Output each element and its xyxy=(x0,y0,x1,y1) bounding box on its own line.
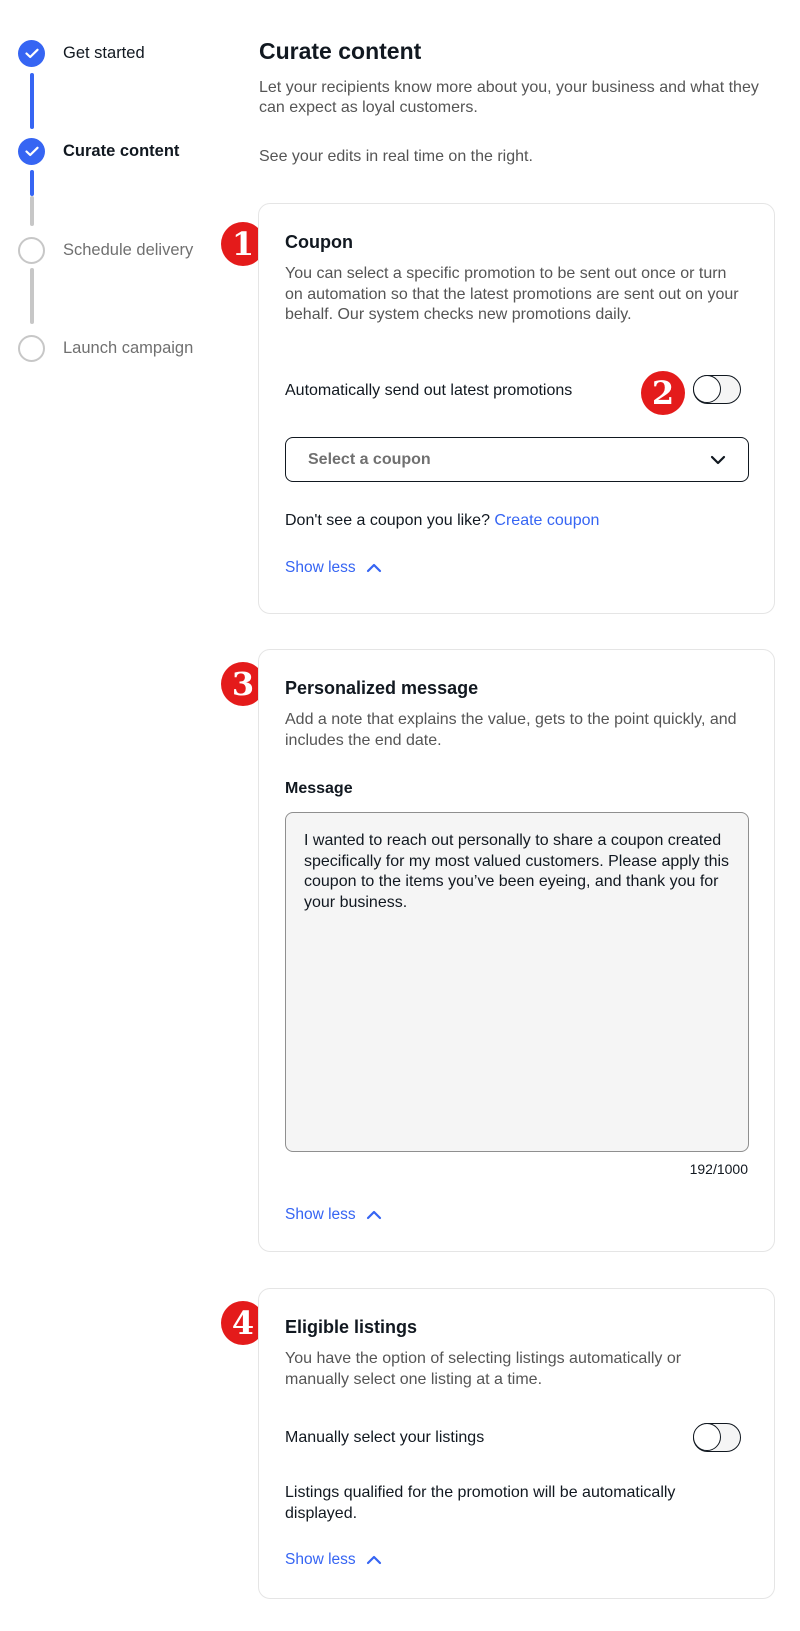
show-less-label: Show less xyxy=(285,1206,356,1223)
listings-title: Eligible listings xyxy=(285,1317,418,1337)
auto-send-toggle[interactable] xyxy=(693,375,741,404)
message-show-less-button[interactable]: Show less xyxy=(285,1206,382,1224)
page-title: Curate content xyxy=(259,38,422,64)
step-curate-content[interactable]: Curate content xyxy=(18,137,179,165)
step-launch-campaign[interactable]: Launch campaign xyxy=(18,334,193,362)
coupon-select[interactable]: Select a coupon xyxy=(285,437,749,482)
listings-show-less-button[interactable]: Show less xyxy=(285,1551,382,1569)
chevron-up-icon xyxy=(366,1555,381,1565)
listings-info-text: Listings qualified for the promotion wil… xyxy=(285,1484,676,1522)
step-schedule-delivery[interactable]: Schedule delivery xyxy=(18,236,193,264)
chevron-up-icon xyxy=(366,1210,381,1220)
toggle-knob xyxy=(693,1423,721,1451)
check-circle-icon xyxy=(18,137,45,165)
stepper-connector xyxy=(30,268,34,324)
toggle-knob xyxy=(693,375,721,403)
page-note: See your edits in real time on the right… xyxy=(259,148,533,165)
show-less-label: Show less xyxy=(285,1551,356,1568)
coupon-select-value: Select a coupon xyxy=(308,450,431,468)
step-label: Get started xyxy=(63,43,145,62)
stepper-connector xyxy=(30,196,34,226)
message-description: Add a note that explains the value, gets… xyxy=(285,711,737,749)
auto-send-label: Automatically send out latest promotions xyxy=(285,382,573,399)
manual-select-label: Manually select your listings xyxy=(285,1429,485,1446)
chevron-down-icon xyxy=(710,455,726,464)
empty-circle-icon xyxy=(18,334,45,362)
char-count: 192/1000 xyxy=(689,1161,748,1177)
empty-circle-icon xyxy=(18,236,45,264)
step-label: Launch campaign xyxy=(63,338,194,357)
coupon-show-less-button[interactable]: Show less xyxy=(285,559,382,577)
listings-description: You have the option of selecting listing… xyxy=(285,1350,682,1388)
step-label: Curate content xyxy=(63,141,180,160)
check-circle-icon xyxy=(18,39,45,67)
page-description: Let your recipients know more about you,… xyxy=(259,79,759,116)
coupon-description: You can select a specific promotion to b… xyxy=(285,265,739,323)
eligible-listings-card: Eligible listings You have the option of… xyxy=(258,1288,775,1599)
create-coupon-link[interactable]: Create coupon xyxy=(494,512,599,529)
stepper-connector xyxy=(30,73,34,129)
progress-stepper: Get started Curate content Schedule deli… xyxy=(0,0,230,400)
message-title: Personalized message xyxy=(285,678,479,698)
step-label: Schedule delivery xyxy=(63,240,194,259)
show-less-label: Show less xyxy=(285,559,356,576)
message-field-label: Message xyxy=(285,780,353,797)
create-coupon-prompt-text: Don't see a coupon you like? xyxy=(285,512,490,529)
step-get-started[interactable]: Get started xyxy=(18,39,145,67)
create-coupon-prompt: Don't see a coupon you like? Create coup… xyxy=(285,511,745,532)
coupon-title: Coupon xyxy=(285,232,353,252)
annotation-badge-2: 2 xyxy=(641,371,685,415)
stepper-connector-progress xyxy=(30,170,34,196)
manual-select-toggle[interactable] xyxy=(693,1423,741,1452)
personalized-message-card: Personalized message Add a note that exp… xyxy=(258,649,775,1252)
chevron-up-icon xyxy=(366,563,381,573)
coupon-card: Coupon You can select a specific promoti… xyxy=(258,203,775,614)
message-textarea[interactable]: I wanted to reach out personally to shar… xyxy=(285,812,749,1152)
